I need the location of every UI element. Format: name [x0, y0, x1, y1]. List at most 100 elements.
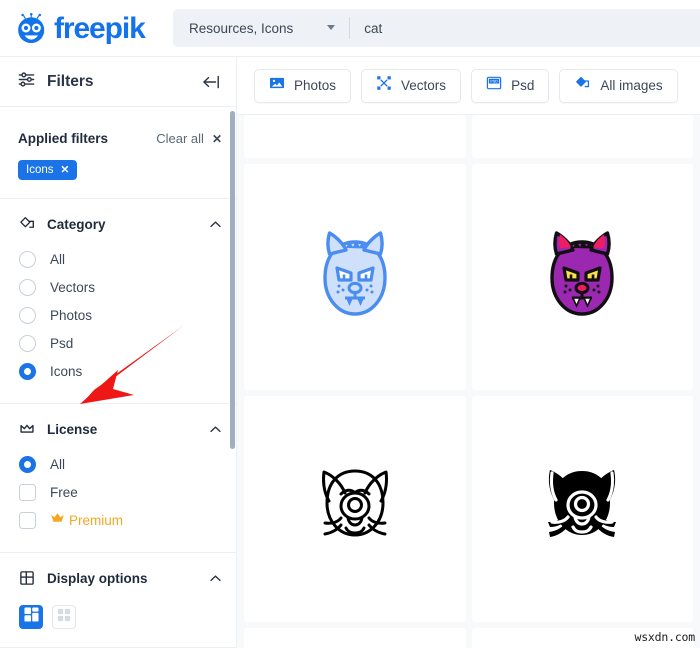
crown-icon	[50, 511, 65, 529]
crown-outline-icon	[18, 420, 36, 438]
close-x-icon[interactable]: ✕	[61, 164, 70, 176]
license-option-free[interactable]: Free	[18, 478, 222, 506]
result-card[interactable]	[471, 115, 693, 158]
result-card-cat-face-blue[interactable]	[244, 164, 466, 390]
cat-face-blue-icon	[305, 226, 405, 328]
results-grid	[237, 115, 700, 648]
cat-face-lineart-icon	[308, 463, 402, 555]
resource-type-dropdown[interactable]: Resources, Icons	[173, 9, 349, 47]
tab-psd[interactable]: PSD Psd	[471, 68, 550, 103]
large-grid-icon	[23, 607, 39, 627]
category-option-label: Photos	[50, 307, 93, 323]
category-section-header[interactable]: Category	[18, 203, 222, 245]
license-section-title: License	[47, 421, 98, 437]
applied-filters-title: Applied filters	[18, 131, 109, 146]
filters-header: Filters	[0, 57, 237, 107]
category-option-label: Psd	[50, 335, 74, 351]
freepik-search-page: freepik Resources, Icons cat Filters App…	[0, 0, 700, 648]
category-option-icons[interactable]: Icons	[18, 357, 222, 385]
filter-section-license: License All Free Premium	[0, 408, 237, 534]
tab-label: All images	[600, 78, 663, 93]
chevron-up-icon	[209, 423, 222, 436]
license-option-label: Free	[50, 484, 78, 500]
chip-label: Icons	[26, 164, 54, 176]
small-grid-icon	[57, 608, 71, 627]
chevron-up-icon	[209, 572, 222, 585]
license-option-premium[interactable]: Premium	[18, 506, 222, 534]
results-panel: Photos Vectors PSD Psd All images wsxdn.…	[237, 57, 700, 648]
divider	[0, 552, 237, 553]
vector-nodes-icon	[376, 75, 392, 96]
photo-icon	[269, 75, 285, 96]
freepik-robot-logo-icon	[12, 11, 50, 45]
tab-label: Psd	[511, 78, 535, 93]
clear-all-button[interactable]: Clear all ✕	[156, 131, 222, 146]
filters-title: Filters	[47, 72, 94, 90]
tab-vectors[interactable]: Vectors	[361, 68, 462, 103]
sidebar-scrollbar-thumb[interactable]	[229, 111, 235, 449]
checkbox-icon[interactable]	[19, 483, 36, 501]
cat-face-purple-icon	[532, 226, 632, 328]
category-option-label: Icons	[50, 363, 83, 379]
display-options-buttons	[18, 599, 222, 629]
sidebar-scrollbar-track[interactable]	[229, 107, 236, 648]
radio-icon[interactable]	[19, 306, 36, 324]
large-grid-view-button[interactable]	[19, 605, 43, 629]
category-option-vectors[interactable]: Vectors	[18, 273, 222, 301]
result-card[interactable]	[244, 628, 466, 648]
top-bar: freepik Resources, Icons	[0, 0, 700, 57]
small-grid-view-button[interactable]	[52, 605, 76, 629]
applied-filter-chip-icons[interactable]: Icons ✕	[18, 160, 78, 180]
license-option-label: All	[50, 456, 66, 472]
radio-icon-selected[interactable]	[19, 362, 36, 380]
all-images-icon	[574, 75, 591, 97]
category-section-title: Category	[47, 216, 106, 232]
divider	[0, 198, 237, 199]
applied-filters-block: Applied filters Clear all ✕ Icons ✕	[0, 107, 237, 180]
license-section-header[interactable]: License	[18, 408, 222, 450]
freepik-logo[interactable]: freepik	[12, 8, 146, 48]
tab-all-images[interactable]: All images	[559, 68, 678, 103]
chevron-down-icon	[327, 24, 336, 33]
category-option-psd[interactable]: Psd	[18, 329, 222, 357]
tab-label: Photos	[294, 78, 337, 93]
result-card-cat-face-lineart[interactable]	[244, 396, 466, 622]
resource-type-tabs: Photos Vectors PSD Psd All images	[237, 57, 700, 115]
freepik-wordmark: freepik	[54, 12, 146, 45]
search-bar: Resources, Icons	[173, 9, 700, 47]
category-option-photos[interactable]: Photos	[18, 301, 222, 329]
result-card[interactable]	[244, 115, 466, 158]
resource-type-label: Resources, Icons	[189, 20, 294, 36]
close-x-icon: ✕	[211, 131, 222, 146]
category-option-label: Vectors	[50, 279, 96, 295]
search-input[interactable]	[350, 9, 700, 47]
results-grid-scroll: wsxdn.com	[237, 115, 700, 648]
license-option-label: Premium	[69, 512, 124, 528]
result-card-cat-face-solid[interactable]	[471, 396, 693, 622]
category-option-all[interactable]: All	[18, 245, 222, 273]
radio-icon[interactable]	[19, 278, 36, 296]
radio-icon[interactable]	[19, 250, 36, 268]
chevron-up-icon	[209, 218, 222, 231]
display-options-section-header[interactable]: Display options	[18, 557, 222, 599]
filters-sidebar: Filters Applied filters Clear all ✕ Icon…	[0, 57, 237, 648]
svg-text:PSD: PSD	[490, 80, 498, 84]
category-shapes-icon	[18, 215, 36, 233]
clear-all-label: Clear all	[156, 131, 204, 146]
tab-photos[interactable]: Photos	[254, 68, 352, 103]
radio-icon[interactable]	[19, 334, 36, 352]
category-option-label: All	[50, 251, 66, 267]
result-card-cat-face-purple[interactable]	[471, 164, 693, 390]
psd-file-icon: PSD	[486, 75, 502, 96]
license-option-all[interactable]: All	[18, 450, 222, 478]
radio-icon-selected[interactable]	[19, 455, 36, 473]
display-options-section-title: Display options	[47, 570, 148, 586]
cat-face-solid-icon	[535, 463, 629, 555]
sidebar-scroll-area: Applied filters Clear all ✕ Icons ✕ Cate…	[0, 107, 237, 648]
filter-section-display-options: Display options	[0, 557, 237, 629]
collapse-left-icon[interactable]	[199, 70, 223, 94]
sliders-icon	[17, 70, 36, 94]
checkbox-icon[interactable]	[19, 511, 36, 529]
filter-section-category: Category All Vectors Photos Psd Icons	[0, 203, 237, 385]
grid-layout-icon	[18, 569, 36, 587]
